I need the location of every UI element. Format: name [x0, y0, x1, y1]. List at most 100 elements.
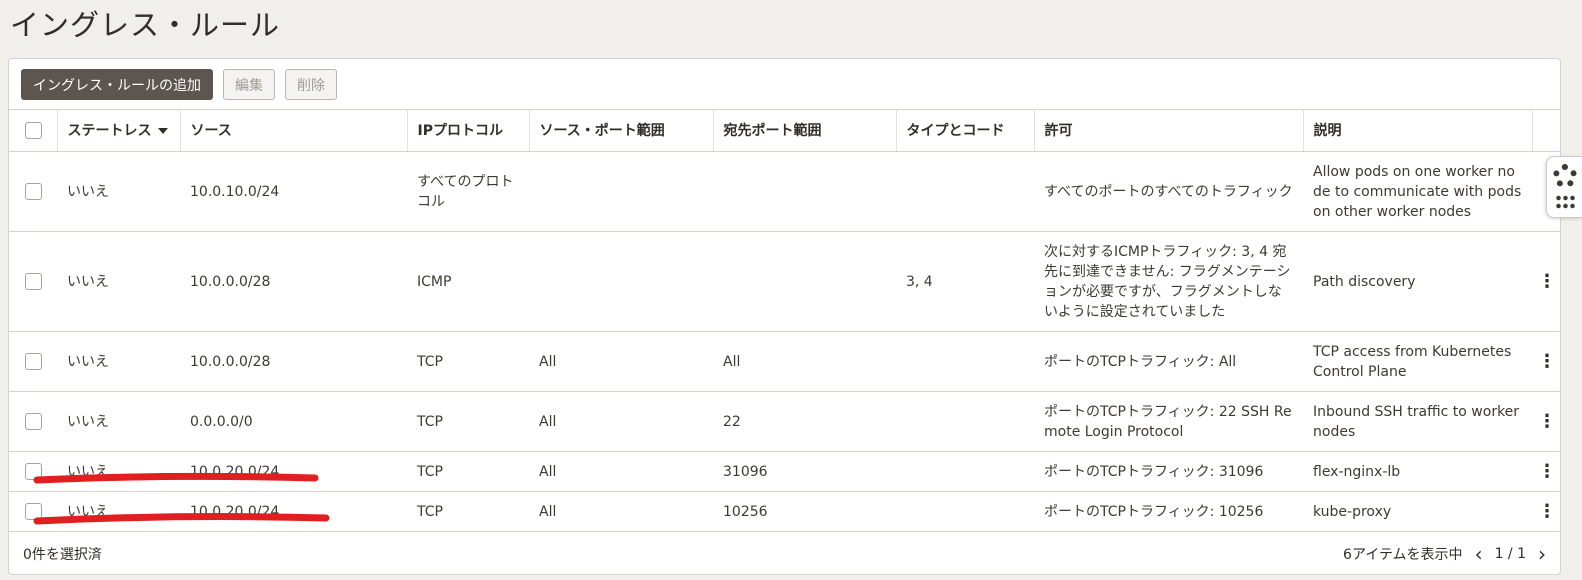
sort-desc-icon: [157, 127, 168, 134]
row-select-cell: [9, 491, 57, 532]
cell-type-code: [896, 451, 1034, 492]
cell-stateless: いいえ: [57, 331, 180, 392]
next-page-icon[interactable]: ›: [1538, 542, 1546, 566]
select-all-cell: [9, 109, 58, 152]
cell-stateless: いいえ: [57, 491, 180, 532]
ingress-rules-panel: イングレス・ルールの追加 編集 削除 ステートレス ソース IPプロトコル ソー…: [8, 58, 1561, 575]
toolbar: イングレス・ルールの追加 編集 削除: [21, 69, 337, 101]
table-header-row: ステートレス ソース IPプロトコル ソース・ポート範囲 宛先ポート範囲 タイプ…: [9, 109, 1560, 152]
cell-destination-port: [713, 231, 896, 332]
table-row: いいえ 10.0.0.0/28 TCP All All ポートのTCPトラフィッ…: [9, 331, 1560, 392]
page-title: イングレス・ルール: [10, 8, 281, 42]
cell-protocol: TCP: [407, 451, 529, 492]
table-footer: 0件を選択済 6アイテムを表示中 ‹ 1 / 1 ›: [9, 534, 1560, 574]
cell-source-port: [529, 151, 713, 232]
page-indicator: 1 / 1: [1494, 546, 1526, 562]
cell-source-port: All: [529, 391, 713, 452]
cell-source: 10.0.10.0/24: [180, 151, 407, 232]
cell-stateless: いいえ: [57, 391, 180, 452]
cell-protocol: ICMP: [407, 231, 529, 332]
row-select-cell: [9, 451, 57, 492]
row-checkbox[interactable]: [25, 413, 42, 430]
cell-source-port: All: [529, 451, 713, 492]
row-actions-kebab-icon[interactable]: ⋮: [1532, 231, 1560, 332]
grid-icon[interactable]: [1554, 194, 1575, 210]
cell-type-code: [896, 391, 1034, 452]
row-checkbox[interactable]: [25, 503, 42, 520]
cell-type-code: [896, 151, 1034, 232]
delete-button[interactable]: 削除: [285, 69, 337, 100]
ingress-rules-table: ステートレス ソース IPプロトコル ソース・ポート範囲 宛先ポート範囲 タイプ…: [9, 109, 1560, 532]
column-header-description: 説明: [1303, 109, 1533, 152]
column-header-source: ソース: [180, 109, 408, 152]
cell-stateless: いいえ: [57, 231, 180, 332]
cell-description: kube-proxy: [1303, 491, 1532, 532]
cell-allows: 次に対するICMPトラフィック: 3, 4 宛先に到達できません: フラグメンテ…: [1034, 231, 1303, 332]
cell-source-port: All: [529, 491, 713, 532]
cell-source-port: All: [529, 331, 713, 392]
cell-allows: ポートのTCPトラフィック: 10256: [1034, 491, 1303, 532]
column-header-ip-protocol: IPプロトコル: [407, 109, 530, 152]
column-header-actions: [1532, 109, 1560, 152]
add-ingress-rule-button[interactable]: イングレス・ルールの追加: [21, 69, 213, 100]
row-checkbox[interactable]: [25, 273, 42, 290]
help-widget[interactable]: [1546, 156, 1582, 218]
table-row: いいえ 10.0.0.0/28 ICMP 3, 4 次に対するICMPトラフィッ…: [9, 231, 1560, 332]
row-select-cell: [9, 151, 57, 232]
selection-count: 0件を選択済: [23, 547, 102, 563]
select-all-checkbox[interactable]: [25, 122, 42, 139]
column-header-destination-port-range: 宛先ポート範囲: [713, 109, 897, 152]
column-header-stateless[interactable]: ステートレス: [57, 109, 181, 152]
row-actions-kebab-icon[interactable]: ⋮: [1532, 491, 1560, 532]
cell-allows: ポートのTCPトラフィック: 22 SSH Remote Login Proto…: [1034, 391, 1303, 452]
edit-button[interactable]: 編集: [223, 69, 275, 100]
row-actions-kebab-icon[interactable]: ⋮: [1532, 451, 1560, 492]
table-row: いいえ 0.0.0.0/0 TCP All 22 ポートのTCPトラフィック: …: [9, 391, 1560, 452]
column-header-type-and-code: タイプとコード: [896, 109, 1035, 152]
cell-destination-port: 31096: [713, 451, 896, 492]
cell-stateless: いいえ: [57, 151, 180, 232]
column-header-source-port-range: ソース・ポート範囲: [529, 109, 714, 152]
cell-description: Inbound SSH traffic to worker nodes: [1303, 391, 1532, 452]
cell-destination-port: 10256: [713, 491, 896, 532]
cell-type-code: [896, 331, 1034, 392]
lifebuoy-icon[interactable]: [1552, 164, 1577, 188]
cell-destination-port: [713, 151, 896, 232]
cell-stateless: いいえ: [57, 451, 180, 492]
cell-source: 10.0.20.0/24: [180, 491, 407, 532]
table-row: いいえ 10.0.20.0/24 TCP All 31096 ポートのTCPトラ…: [9, 451, 1560, 492]
cell-description: flex-nginx-lb: [1303, 451, 1532, 492]
row-select-cell: [9, 391, 57, 452]
table-row: いいえ 10.0.20.0/24 TCP All 10256 ポートのTCPトラ…: [9, 491, 1560, 532]
cell-protocol: TCP: [407, 491, 529, 532]
cell-description: TCP access from Kubernetes Control Plane: [1303, 331, 1532, 392]
row-actions-kebab-icon[interactable]: ⋮: [1532, 331, 1560, 392]
cell-protocol: すべてのプロトコル: [407, 151, 529, 232]
cell-allows: すべてのポートのすべてのトラフィック: [1034, 151, 1303, 232]
row-checkbox[interactable]: [25, 353, 42, 370]
cell-destination-port: 22: [713, 391, 896, 452]
pagination: 6アイテムを表示中 ‹ 1 / 1 ›: [1343, 542, 1546, 566]
cell-type-code: [896, 491, 1034, 532]
row-select-cell: [9, 331, 57, 392]
row-checkbox[interactable]: [25, 183, 42, 200]
row-checkbox[interactable]: [25, 463, 42, 480]
cell-source: 10.0.0.0/28: [180, 231, 407, 332]
cell-destination-port: All: [713, 331, 896, 392]
item-count: 6アイテムを表示中: [1343, 547, 1463, 563]
cell-source: 0.0.0.0/0: [180, 391, 407, 452]
column-header-allows: 許可: [1034, 109, 1304, 152]
table-row: いいえ 10.0.10.0/24 すべてのプロトコル すべてのポートのすべてのト…: [9, 151, 1560, 232]
cell-protocol: TCP: [407, 331, 529, 392]
cell-description: Allow pods on one worker node to communi…: [1303, 151, 1532, 232]
cell-protocol: TCP: [407, 391, 529, 452]
cell-allows: ポートのTCPトラフィック: 31096: [1034, 451, 1303, 492]
cell-description: Path discovery: [1303, 231, 1532, 332]
column-header-label: ステートレス: [67, 122, 152, 139]
cell-allows: ポートのTCPトラフィック: All: [1034, 331, 1303, 392]
row-actions-kebab-icon[interactable]: ⋮: [1532, 391, 1560, 452]
row-select-cell: [9, 231, 57, 332]
cell-source-port: [529, 231, 713, 332]
previous-page-icon[interactable]: ‹: [1475, 542, 1483, 566]
cell-type-code: 3, 4: [896, 231, 1034, 332]
